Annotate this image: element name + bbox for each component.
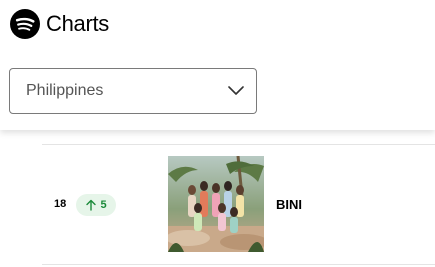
rank-change-badge: 5: [76, 194, 116, 216]
charts-page: Charts Philippines 18 5 BINI: [0, 0, 435, 267]
rank-change-value: 5: [100, 199, 107, 211]
country-select-value: Philippines: [26, 82, 104, 99]
brand-title: Charts: [46, 11, 109, 36]
header: Charts Philippines: [0, 0, 435, 130]
chevron-down-icon: [228, 86, 244, 95]
artist-name[interactable]: BINI: [276, 197, 302, 212]
country-select[interactable]: Philippines: [9, 68, 257, 114]
spotify-logo-icon: [10, 9, 40, 39]
brand-link[interactable]: Charts: [10, 8, 109, 40]
artist-photo[interactable]: [168, 156, 264, 252]
arrow-up-icon: [86, 199, 97, 211]
rank-number: 18: [54, 198, 67, 210]
row-divider: [42, 264, 435, 265]
chart-list: 18 5 BINI: [0, 130, 435, 267]
chart-row[interactable]: 18 5 BINI: [42, 145, 435, 264]
